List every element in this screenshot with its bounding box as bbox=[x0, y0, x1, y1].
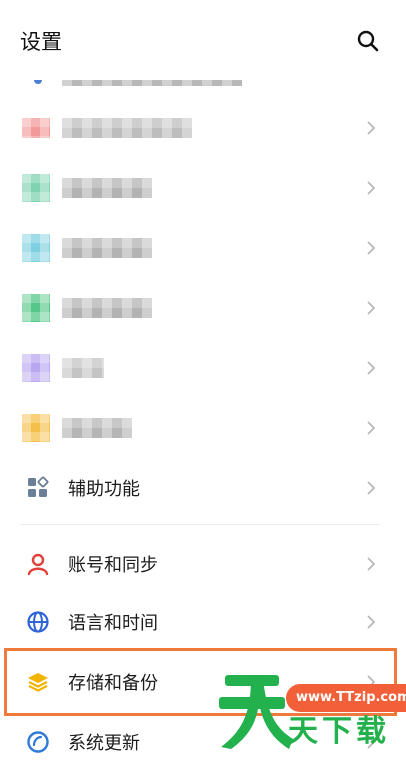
obscured-label bbox=[62, 238, 152, 258]
obscured-label bbox=[62, 358, 104, 378]
person-icon bbox=[27, 553, 49, 576]
search-icon[interactable] bbox=[356, 29, 380, 53]
obscured-icon bbox=[22, 354, 50, 382]
settings-row-obscured[interactable] bbox=[0, 338, 406, 398]
globe-icon bbox=[27, 611, 49, 633]
watermark-name: 天下载 bbox=[288, 714, 390, 749]
obscured-label bbox=[62, 298, 152, 318]
chevron-right-icon bbox=[367, 241, 376, 255]
obscured-icon bbox=[22, 234, 50, 262]
settings-row-obscured[interactable] bbox=[0, 278, 406, 338]
chevron-right-icon bbox=[367, 421, 376, 435]
row-label: 系统更新 bbox=[68, 733, 140, 754]
watermark-logo bbox=[219, 675, 293, 749]
settings-row-obscured[interactable] bbox=[0, 398, 406, 458]
row-label: 账号和同步 bbox=[68, 555, 158, 576]
chevron-right-icon bbox=[367, 121, 376, 135]
obscured-label bbox=[62, 418, 132, 438]
obscured-label bbox=[62, 118, 192, 138]
chevron-right-icon bbox=[367, 361, 376, 375]
page-title: 设置 bbox=[20, 30, 62, 54]
chevron-right-icon bbox=[367, 615, 376, 629]
section-divider bbox=[20, 524, 380, 525]
chevron-right-icon bbox=[367, 181, 376, 195]
chevron-right-icon bbox=[367, 557, 376, 571]
settings-row-language-time[interactable]: 语言和时间 bbox=[0, 592, 406, 652]
update-icon bbox=[27, 731, 49, 753]
obscured-label bbox=[62, 178, 152, 198]
obscured-icon bbox=[22, 118, 50, 138]
chevron-right-icon bbox=[367, 481, 376, 495]
accessibility-icon bbox=[28, 476, 49, 497]
row-label: 辅助功能 bbox=[68, 479, 140, 500]
top-bar: 设置 bbox=[0, 0, 406, 80]
row-label: 语言和时间 bbox=[68, 613, 158, 634]
settings-row-obscured[interactable] bbox=[0, 158, 406, 218]
obscured-icon bbox=[22, 294, 50, 322]
chevron-right-icon bbox=[367, 301, 376, 315]
obscured-icon bbox=[22, 414, 50, 442]
obscured-icon bbox=[22, 174, 50, 202]
settings-row-account-sync[interactable]: 账号和同步 bbox=[0, 534, 406, 594]
settings-row-accessibility[interactable]: 辅助功能 bbox=[0, 458, 406, 518]
settings-row-obscured[interactable] bbox=[0, 218, 406, 278]
watermark-site: www.TTzip.com bbox=[286, 684, 406, 712]
